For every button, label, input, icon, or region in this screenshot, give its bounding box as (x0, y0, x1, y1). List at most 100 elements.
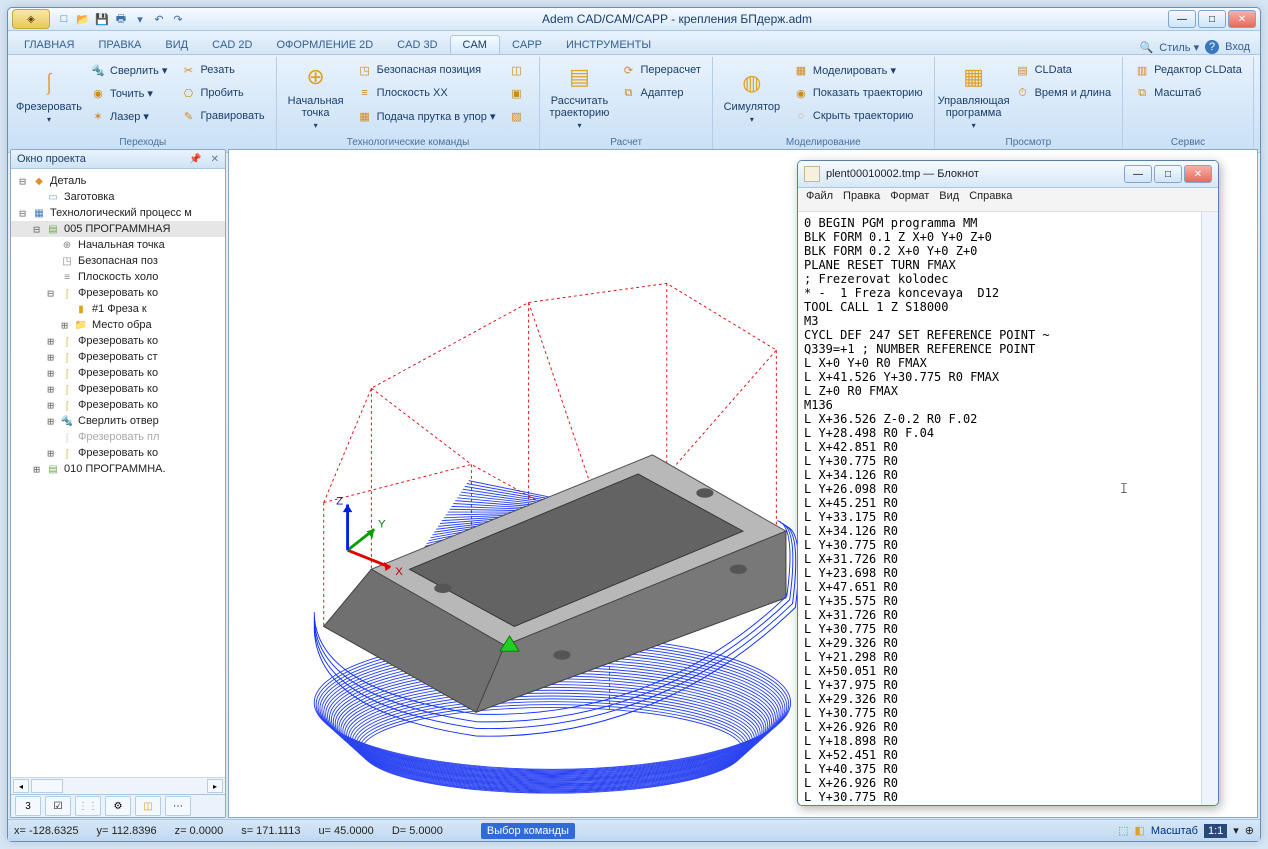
tree-node[interactable]: ⊟◆Деталь (11, 173, 225, 189)
ribbon-button[interactable]: ✂Резать (175, 59, 269, 81)
tab-инструменты[interactable]: ИНСТРУМЕНТЫ (554, 36, 663, 54)
ribbon-button[interactable]: ▤CLData (1010, 59, 1117, 81)
ribbon-button[interactable]: ⎔Пробить (175, 82, 269, 104)
ribbon-button[interactable]: ⟳Перерасчет (615, 59, 705, 81)
ribbon-button[interactable]: ⏱Время и длина (1010, 82, 1117, 104)
tree-node[interactable]: ⊟▤005 ПРОГРАММНАЯ (11, 221, 225, 237)
big-button[interactable]: ◍Симулятор▾ (719, 59, 785, 131)
dropdown-icon[interactable]: ▾ (132, 11, 148, 27)
ribbon-button[interactable]: ✎Гравировать (175, 105, 269, 127)
search-icon[interactable]: 🔍 (1140, 41, 1154, 54)
tree-node[interactable]: ≡Плоскость холо (11, 269, 225, 285)
tree-node[interactable]: ◳Безопасная поз (11, 253, 225, 269)
tree-node[interactable]: ⊞▤010 ПРОГРАММНА. (11, 461, 225, 477)
scale-value[interactable]: 1:1 (1204, 824, 1227, 838)
bottom-tab-num[interactable]: 3 (15, 796, 41, 816)
close-button[interactable]: ✕ (1228, 10, 1256, 28)
tab-правка[interactable]: ПРАВКА (86, 36, 153, 54)
ribbon-button[interactable]: ◉Точить ▾ (85, 82, 172, 104)
tree-node[interactable]: ⊞📁Место обра (11, 317, 225, 333)
tab-главная[interactable]: ГЛАВНАЯ (12, 36, 86, 54)
tab-cad 3d[interactable]: CAD 3D (385, 36, 449, 54)
project-tree[interactable]: ⊟◆Деталь▭Заготовка⊟▦Технологический проц… (11, 169, 225, 777)
ribbon-button[interactable]: ▥Редактор CLData (1129, 59, 1247, 81)
notepad-menu-item[interactable]: Правка (843, 190, 880, 209)
login-link[interactable]: Вход (1225, 41, 1250, 53)
undo-icon[interactable]: ↶ (151, 11, 167, 27)
tab-capp[interactable]: CAPP (500, 36, 554, 54)
tab-cad 2d[interactable]: CAD 2D (200, 36, 264, 54)
ribbon-button[interactable]: ◌Скрыть траекторию (788, 105, 928, 127)
big-button[interactable]: ⊕Начальнаяточка▾ (283, 59, 349, 131)
tab-оформление 2d[interactable]: ОФОРМЛЕНИЕ 2D (264, 36, 385, 54)
tree-node[interactable]: ⊞🔩Сверлить отвер (11, 413, 225, 429)
print-icon[interactable]: 🖶 (113, 11, 129, 27)
save-icon[interactable]: 💾 (94, 11, 110, 27)
help-icon[interactable]: ? (1205, 40, 1219, 54)
notepad-minimize-button[interactable]: — (1124, 165, 1152, 183)
tree-node[interactable]: ⊞⎰Фрезеровать ко (11, 397, 225, 413)
big-button[interactable]: ⎰Фрезеровать▾ (16, 59, 82, 131)
tree-node[interactable]: ⊞⎰Фрезеровать ко (11, 381, 225, 397)
ribbon-button[interactable]: ◫ (503, 59, 533, 81)
ribbon-button[interactable]: ◳Безопасная позиция (352, 59, 501, 81)
notepad-maximize-button[interactable]: □ (1154, 165, 1182, 183)
ribbon-button[interactable]: ⧉Адаптер (615, 82, 705, 104)
style-dropdown[interactable]: Стиль ▾ (1159, 41, 1199, 54)
maximize-button[interactable]: □ (1198, 10, 1226, 28)
notepad-menu-item[interactable]: Вид (939, 190, 959, 209)
open-icon[interactable]: 📂 (75, 11, 91, 27)
app-icon[interactable]: ◈ (12, 9, 50, 29)
tree-node[interactable]: ▮#1 Фреза к (11, 301, 225, 317)
bottom-tab-4[interactable]: ⚙ (105, 796, 131, 816)
scroll-right-icon[interactable]: ▸ (207, 779, 223, 793)
notepad-close-button[interactable]: ✕ (1184, 165, 1212, 183)
close-pane-icon[interactable]: ✕ (211, 154, 219, 165)
scroll-thumb[interactable] (31, 779, 63, 793)
minimize-button[interactable]: — (1168, 10, 1196, 28)
tree-node[interactable]: ⊟⎰Фрезеровать ко (11, 285, 225, 301)
ribbon-button[interactable]: 🔩Сверлить ▾ (85, 59, 172, 81)
ribbon-button[interactable]: ▣ (503, 82, 533, 104)
ribbon-button[interactable]: ✶Лазер ▾ (85, 105, 172, 127)
bottom-tab-6[interactable]: ⋯ (165, 796, 191, 816)
big-button[interactable]: ▤Рассчитатьтраекторию▾ (546, 59, 612, 131)
notepad-menu-item[interactable]: Справка (969, 190, 1012, 209)
tree-node[interactable]: ⊞⎰Фрезеровать ко (11, 365, 225, 381)
tree-node[interactable]: ⎰Фрезеровать пл (11, 429, 225, 445)
tab-cam[interactable]: CAM (450, 35, 500, 54)
tree-node[interactable]: ▭Заготовка (11, 189, 225, 205)
pin-icon[interactable]: 📌 (189, 154, 201, 165)
scale-dropdown-icon[interactable]: ▾ (1233, 824, 1239, 837)
notepad-window: plent00010002.tmp — Блокнот — □ ✕ Файл Пр… (797, 160, 1219, 806)
ribbon-button[interactable]: ▦Моделировать ▾ (788, 59, 928, 81)
cube-solid-icon[interactable]: ◧ (1134, 824, 1144, 837)
scroll-left-icon[interactable]: ◂ (13, 779, 29, 793)
notepad-titlebar[interactable]: plent00010002.tmp — Блокнот — □ ✕ (798, 161, 1218, 188)
notepad-body[interactable]: 0 BEGIN PGM programma MM BLK FORM 0.1 Z … (798, 212, 1201, 805)
tree-node[interactable]: ⊞⎰Фрезеровать ст (11, 349, 225, 365)
tree-node[interactable]: ⊕Начальная точка (11, 237, 225, 253)
redo-icon[interactable]: ↷ (170, 11, 186, 27)
tree-node[interactable]: ⊞⎰Фрезеровать ко (11, 445, 225, 461)
bottom-tab-2[interactable]: ☑ (45, 796, 71, 816)
ribbon-button[interactable]: ▧ (503, 105, 533, 127)
tab-вид[interactable]: ВИД (153, 36, 200, 54)
ribbon-button[interactable]: ≡Плоскость XX (352, 82, 501, 104)
bottom-tab-5[interactable]: ◫ (135, 796, 161, 816)
bottom-tab-3[interactable]: ⋮⋮ (75, 796, 101, 816)
tree-node[interactable]: ⊞⎰Фрезеровать ко (11, 333, 225, 349)
new-icon[interactable]: □ (56, 11, 72, 27)
status-plus-icon[interactable]: ⊕ (1245, 824, 1254, 837)
tree-node[interactable]: ⊟▦Технологический процесс м (11, 205, 225, 221)
ribbon-button[interactable]: ◉Показать траекторию (788, 82, 928, 104)
tree-hscroll[interactable]: ◂ ▸ (11, 777, 225, 794)
big-button[interactable]: ▦Управляющаяпрограмма▾ (941, 59, 1007, 131)
viewport-3d[interactable]: X Y Z Text plent00010002.tmp — Блокнот —… (228, 149, 1258, 818)
cube-wire-icon[interactable]: ⬚ (1118, 824, 1128, 837)
ribbon-button[interactable]: ⧉Масштаб (1129, 82, 1247, 104)
notepad-menu-item[interactable]: Формат (890, 190, 929, 209)
notepad-scrollbar[interactable] (1201, 212, 1218, 805)
ribbon-button[interactable]: ▦Подача прутка в упор ▾ (352, 105, 501, 127)
notepad-menu-item[interactable]: Файл (806, 190, 833, 209)
